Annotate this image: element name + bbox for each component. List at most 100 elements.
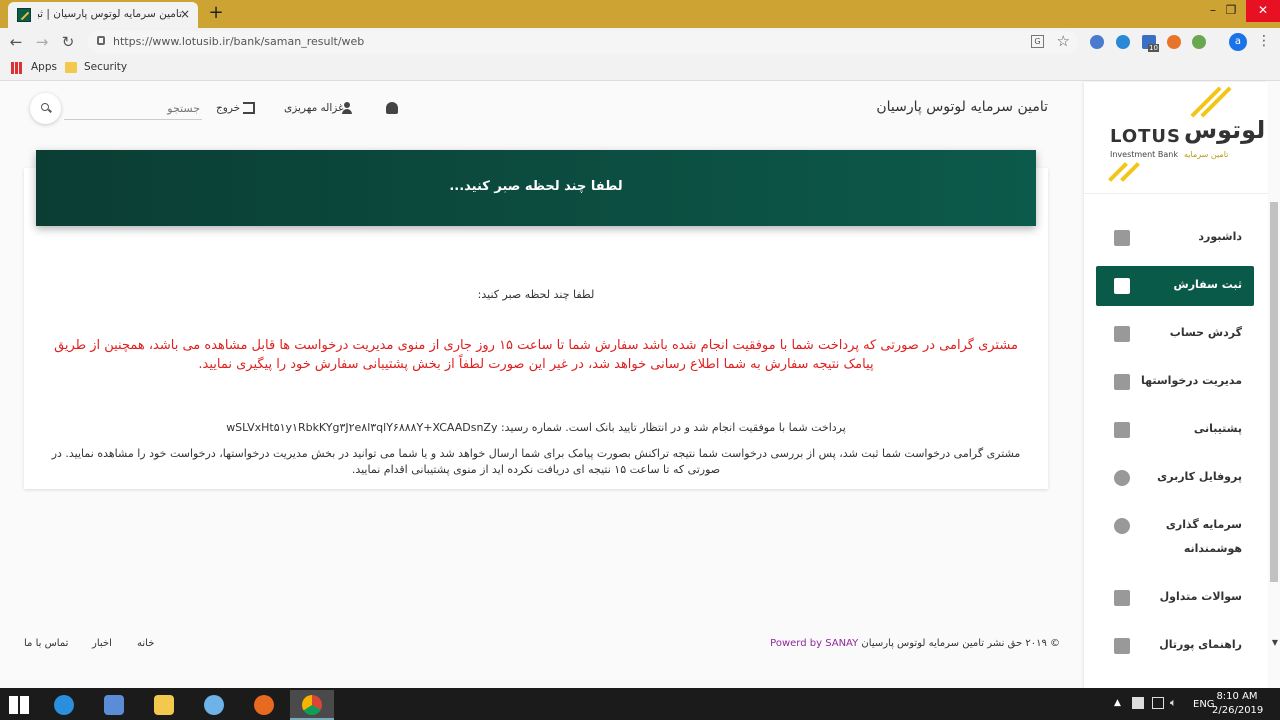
reload-icon[interactable]: ↻ (58, 33, 78, 51)
lotus-logo[interactable]: LOTUS لوتوس Investment Bank تامین سرمایه (1084, 82, 1268, 194)
sidebar-item-label: گردش حساب (1169, 326, 1242, 339)
url-text: https://www.lotusib.ir/bank/saman_result… (113, 35, 365, 48)
profile-avatar[interactable]: a (1229, 33, 1247, 51)
back-icon[interactable]: ← (6, 33, 26, 51)
new-tab-button[interactable]: + (206, 2, 226, 23)
apps-grid-icon[interactable] (11, 62, 23, 74)
search-input[interactable] (64, 98, 202, 120)
flag-icon[interactable] (1132, 697, 1144, 709)
sidebar-item-label: پروفایل کاربری (1157, 470, 1242, 483)
support-icon (1114, 422, 1130, 438)
chrome-app[interactable] (290, 690, 334, 720)
extension-icon[interactable] (1090, 35, 1104, 49)
footer-link-news[interactable]: اخبار (92, 638, 112, 649)
sidebar-item-label: پشتیبانی (1193, 422, 1242, 435)
info-message: مشتری گرامی درخواست شما ثبت شد، پس از بر… (51, 447, 1021, 476)
sidebar-item-requests[interactable]: مدیریت درخواستها (1096, 362, 1254, 402)
app-icon-button[interactable] (192, 690, 236, 720)
sidebar: LOTUS لوتوس Investment Bank تامین سرمایه… (1084, 82, 1268, 688)
sidebar-item-support[interactable]: پشتیبانی (1096, 410, 1254, 450)
logout-link[interactable]: خروج (216, 102, 240, 114)
scrollbar[interactable] (1270, 202, 1278, 582)
bookmark-apps[interactable]: Apps (31, 61, 57, 73)
sidebar-item-dashboard[interactable]: داشبورد (1096, 218, 1254, 258)
app-icon (204, 695, 224, 715)
logo-text-en: LOTUS (1110, 126, 1181, 147)
sidebar-item-faq[interactable]: سوالات متداول (1096, 578, 1254, 618)
payment-status: پرداخت شما با موفقیت انجام شد و در انتظا… (226, 421, 846, 434)
dashboard-icon (1114, 230, 1130, 246)
start-button-icon[interactable] (9, 696, 29, 714)
sidebar-item-label-line2: هوشمندانه (1183, 542, 1242, 555)
list-icon (1114, 374, 1130, 390)
windows-taskbar: ▲ 🔈︎ ENG 8:10 AM 2/26/2019 (0, 688, 1280, 720)
address-bar: ← → ↻ https://www.lotusib.ir/bank/saman_… (0, 28, 1280, 57)
volume-icon[interactable]: 🔈︎ (1170, 696, 1177, 710)
result-card: لطفا چند لحظه صبر کنید... لطفا چند لحظه … (24, 150, 1048, 489)
extension-icon[interactable] (1167, 35, 1181, 49)
tab-close-icon[interactable]: × (180, 7, 190, 21)
translate-icon[interactable]: G (1031, 35, 1044, 48)
logout-icon[interactable] (243, 102, 255, 114)
logo-text-fa: لوتوس (1184, 116, 1266, 144)
clipboard-icon (1114, 326, 1130, 342)
sidebar-item-label: راهنمای پورتال (1159, 638, 1242, 651)
help-icon (1114, 590, 1130, 606)
sidebar-item-order[interactable]: ثبت سفارش (1096, 266, 1254, 306)
site-title: تامین سرمایه لوتوس پارسیان (876, 99, 1048, 115)
notice-message: مشتری گرامی در صورتی که پرداخت شما با مو… (54, 338, 1018, 372)
forward-icon[interactable]: → (32, 33, 52, 51)
sidebar-item-label: سوالات متداول (1159, 590, 1242, 603)
tab-title: تامین سرمایه لوتوس پارسیان | ثبت (38, 8, 182, 20)
browser-tab-bar: تامین سرمایه لوتوس پارسیان | ثبت × + – ❐… (0, 0, 1280, 28)
search-button[interactable] (30, 93, 61, 124)
cart-icon (1114, 278, 1130, 294)
browser-menu-icon[interactable]: ⋮ (1257, 33, 1271, 49)
ie-app[interactable] (42, 690, 86, 720)
sidebar-item-profile[interactable]: پروفایل کاربری (1096, 458, 1254, 498)
page: LOTUS لوتوس Investment Bank تامین سرمایه… (0, 82, 1280, 688)
extension-icon[interactable] (1116, 35, 1130, 49)
calculator-icon (104, 695, 124, 715)
wait-message: لطفا چند لحظه صبر کنید: (477, 288, 595, 301)
bookmark-security[interactable]: Security (84, 61, 127, 73)
ie-icon (54, 695, 74, 715)
sidebar-item-guide[interactable]: راهنمای پورتال (1096, 626, 1254, 666)
restore-button[interactable]: ❐ (1218, 0, 1244, 22)
logo-sub-fa: تامین سرمایه (1184, 150, 1229, 159)
url-field[interactable]: https://www.lotusib.ir/bank/saman_result… (88, 31, 1078, 54)
extension-badge: 10 (1148, 44, 1159, 52)
card-header: لطفا چند لحظه صبر کنید... (36, 150, 1036, 226)
clock-date[interactable]: 2/26/2019 (1212, 705, 1263, 716)
footer: © ۲۰۱۹ حق نشر تامین سرمایه لوتوس پارسیان… (0, 638, 1084, 658)
powered-by-link[interactable]: Powerd by SANAY (770, 638, 858, 649)
scroll-down-icon[interactable]: ▼ (1272, 638, 1278, 647)
close-window-button[interactable]: ✕ (1246, 0, 1280, 22)
bookmark-star-icon[interactable]: ☆ (1057, 32, 1070, 50)
calculator-app[interactable] (92, 690, 136, 720)
clock-time[interactable]: 8:10 AM (1212, 691, 1262, 702)
sidebar-item-label: داشبورد (1198, 230, 1242, 243)
footer-link-contact[interactable]: تماس با ما (24, 638, 68, 649)
top-header: تامین سرمایه لوتوس پارسیان غزاله مهریزی … (0, 82, 1084, 137)
folder-icon (65, 62, 77, 73)
invest-icon (1114, 518, 1130, 534)
sidebar-item-smart-invest[interactable]: سرمایه گذاری هوشمندانه (1096, 506, 1254, 562)
username[interactable]: غزاله مهریزی (284, 102, 344, 114)
lock-icon (97, 36, 105, 45)
footer-link-home[interactable]: خانه (137, 638, 154, 649)
sidebar-item-label: ثبت سفارش (1173, 278, 1242, 291)
explorer-app[interactable] (142, 690, 186, 720)
favicon-icon (17, 8, 31, 22)
extension-icon[interactable] (1192, 35, 1206, 49)
tray-up-icon[interactable]: ▲ (1114, 698, 1121, 708)
sidebar-item-account-history[interactable]: گردش حساب (1096, 314, 1254, 354)
copyright-text: © ۲۰۱۹ حق نشر تامین سرمایه لوتوس پارسیان (861, 638, 1060, 649)
firefox-app[interactable] (242, 690, 286, 720)
user-icon (1114, 470, 1130, 486)
network-icon[interactable] (1152, 697, 1164, 709)
bookmarks-bar: Apps Security (0, 57, 1280, 81)
firefox-icon (254, 695, 274, 715)
browser-tab[interactable]: تامین سرمایه لوتوس پارسیان | ثبت × (8, 2, 198, 28)
notification-bell-icon[interactable] (386, 102, 398, 114)
